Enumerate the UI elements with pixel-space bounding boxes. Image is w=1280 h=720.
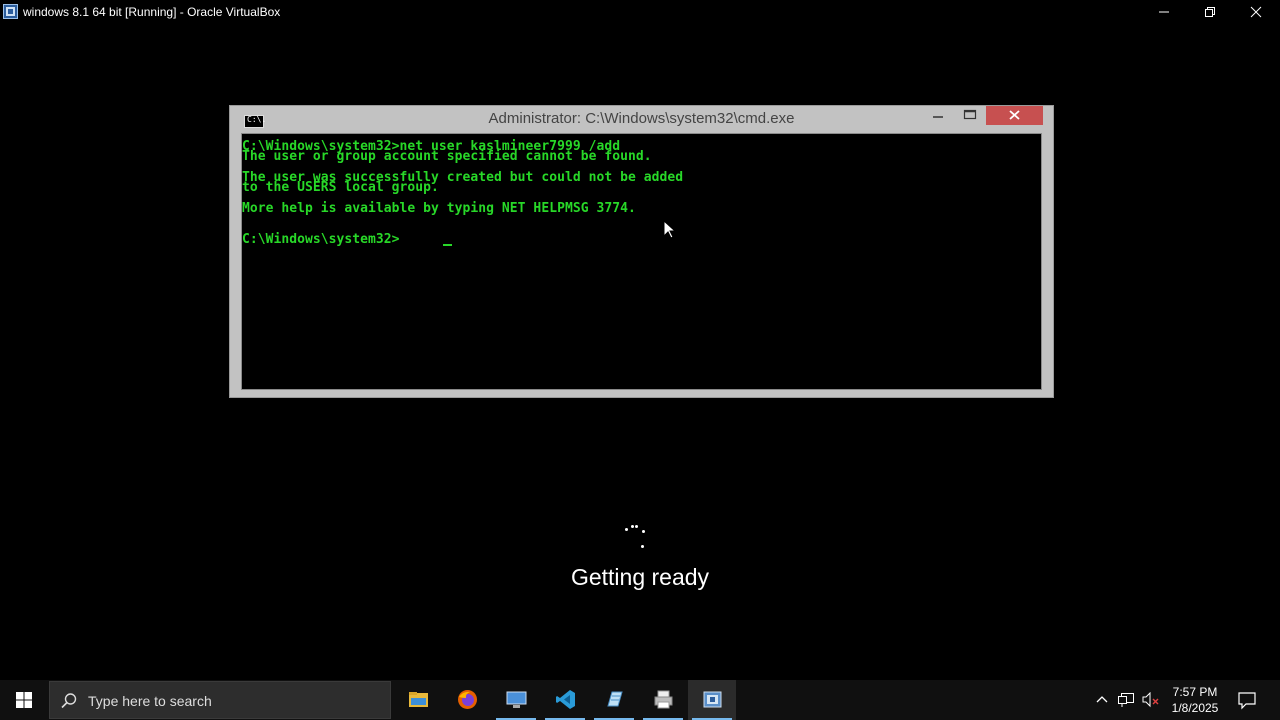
maximize-icon (963, 109, 977, 120)
action-center-icon[interactable] (1237, 690, 1257, 710)
volume-muted-icon[interactable] (1142, 692, 1160, 708)
getting-ready-text: Getting ready (570, 564, 710, 590)
minimize-icon (1159, 11, 1169, 13)
host-minimize-button[interactable] (1141, 0, 1187, 22)
firefox-icon (458, 690, 477, 709)
cmd-window[interactable]: C:\. Administrator: C:\Windows\system32\… (229, 105, 1054, 398)
taskbar-app-printer[interactable] (639, 680, 687, 720)
remote-desktop-icon (506, 691, 527, 708)
clock-time: 7:57 PM (1172, 685, 1218, 699)
taskbar-app-virtualbox[interactable] (688, 680, 736, 720)
cmd-maximize-button[interactable] (956, 106, 984, 125)
windows-logo-icon (16, 692, 32, 708)
folder-icon (409, 692, 428, 707)
minimize-icon (933, 116, 943, 118)
host-restore-button[interactable] (1187, 0, 1233, 22)
taskbar-app-remote-desktop[interactable] (492, 680, 540, 720)
cmd-window-border (1042, 133, 1052, 390)
vscode-icon (556, 690, 575, 709)
cmd-title-bar[interactable]: C:\. Administrator: C:\Windows\system32\… (230, 106, 1053, 133)
text-cursor (443, 244, 452, 246)
cmd-console[interactable]: C:\Windows\system32>net user kaslmineer7… (241, 133, 1042, 390)
taskbar-app-firefox[interactable] (443, 680, 491, 720)
host-title-bar[interactable]: windows 8.1 64 bit [Running] - Oracle Vi… (0, 0, 1280, 24)
cmd-minimize-button[interactable] (924, 106, 952, 125)
show-hidden-icons-chevron-up-icon[interactable] (1095, 692, 1109, 706)
close-icon (1009, 110, 1020, 120)
taskbar-app-notepad[interactable] (590, 680, 638, 720)
network-icon[interactable] (1118, 692, 1136, 708)
loading-spinner-icon (620, 522, 650, 552)
mouse-pointer-icon (663, 220, 677, 239)
notepad-icon (607, 691, 623, 707)
close-icon (1250, 6, 1262, 18)
clock-date: 1/8/2025 (1171, 701, 1219, 715)
taskbar-search-box[interactable]: Type here to search (49, 681, 391, 719)
host-window-title: windows 8.1 64 bit [Running] - Oracle Vi… (23, 5, 281, 19)
system-clock[interactable]: 7:57 PM 1/8/2025 (1163, 684, 1227, 716)
printer-icon (654, 690, 673, 709)
search-icon (61, 693, 77, 709)
start-button[interactable] (0, 680, 48, 720)
search-placeholder: Type here to search (88, 693, 212, 709)
virtualbox-icon (3, 4, 18, 19)
taskbar: Type here to search 7:57 PM 1/8/2025 (0, 680, 1280, 720)
restore-icon (1205, 7, 1215, 17)
cmd-close-button[interactable] (986, 106, 1043, 125)
virtualbox-icon (703, 691, 722, 708)
taskbar-app-vscode[interactable] (541, 680, 589, 720)
host-close-button[interactable] (1233, 0, 1279, 22)
taskbar-app-file-explorer[interactable] (394, 680, 442, 720)
cmd-output: C:\Windows\system32>net user kaslmineer7… (242, 139, 684, 247)
